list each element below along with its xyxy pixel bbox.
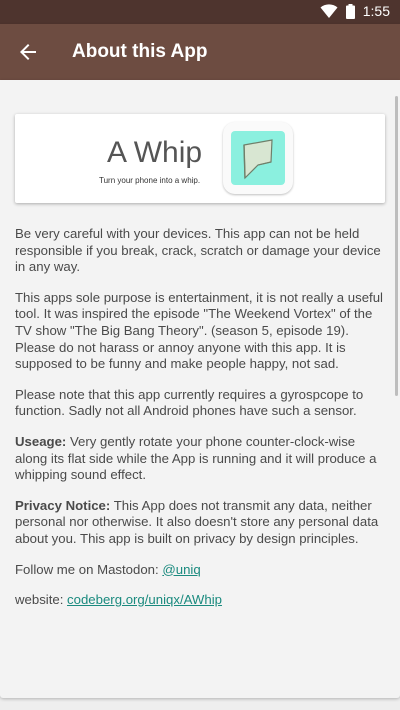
app-tagline: Turn your phone into a whip.	[99, 176, 201, 185]
page-title: About this App	[72, 41, 208, 62]
app-header-card: A Whip Turn your phone into a whip.	[15, 114, 385, 203]
website-label: website:	[15, 592, 68, 608]
disclaimer-paragraph: Be very careful with your devices. This …	[15, 226, 381, 275]
usage-paragraph: Useage: Very gently rotate your phone co…	[15, 434, 387, 484]
mastodon-paragraph: Follow me on Mastodon: @uniq	[15, 562, 387, 579]
sensor-note-paragraph: Please note that this app currently requ…	[15, 386, 364, 419]
app-bar: About this App	[0, 24, 400, 80]
mastodon-label: Follow me on Mastodon:	[15, 561, 163, 577]
privacy-label: Privacy Notice:	[15, 497, 111, 513]
purpose-paragraph: This apps sole purpose is entertainment,…	[15, 289, 383, 372]
privacy-paragraph: Privacy Notice: This App does not transm…	[15, 498, 387, 548]
scrollbar[interactable]	[395, 96, 398, 396]
app-name: A Whip	[107, 136, 203, 169]
whip-logo-icon	[223, 122, 293, 194]
mastodon-link[interactable]: @uniq	[162, 562, 200, 577]
status-icons: 1:55	[320, 3, 390, 19]
battery-icon	[345, 3, 355, 19]
back-button[interactable]	[12, 36, 44, 68]
wifi-icon	[320, 4, 338, 18]
usage-label: Useage:	[15, 433, 67, 449]
usage-text: Very gently rotate your phone counter-cl…	[15, 433, 377, 483]
back-arrow-icon	[20, 44, 36, 60]
status-bar: 1:55	[0, 0, 400, 24]
website-link[interactable]: codeberg.org/uniqx/AWhip	[67, 592, 222, 607]
about-body: Be very careful with your devices. This …	[15, 226, 387, 623]
website-paragraph: website: codeberg.org/uniqx/AWhip	[15, 592, 387, 609]
status-time: 1:55	[362, 3, 390, 19]
